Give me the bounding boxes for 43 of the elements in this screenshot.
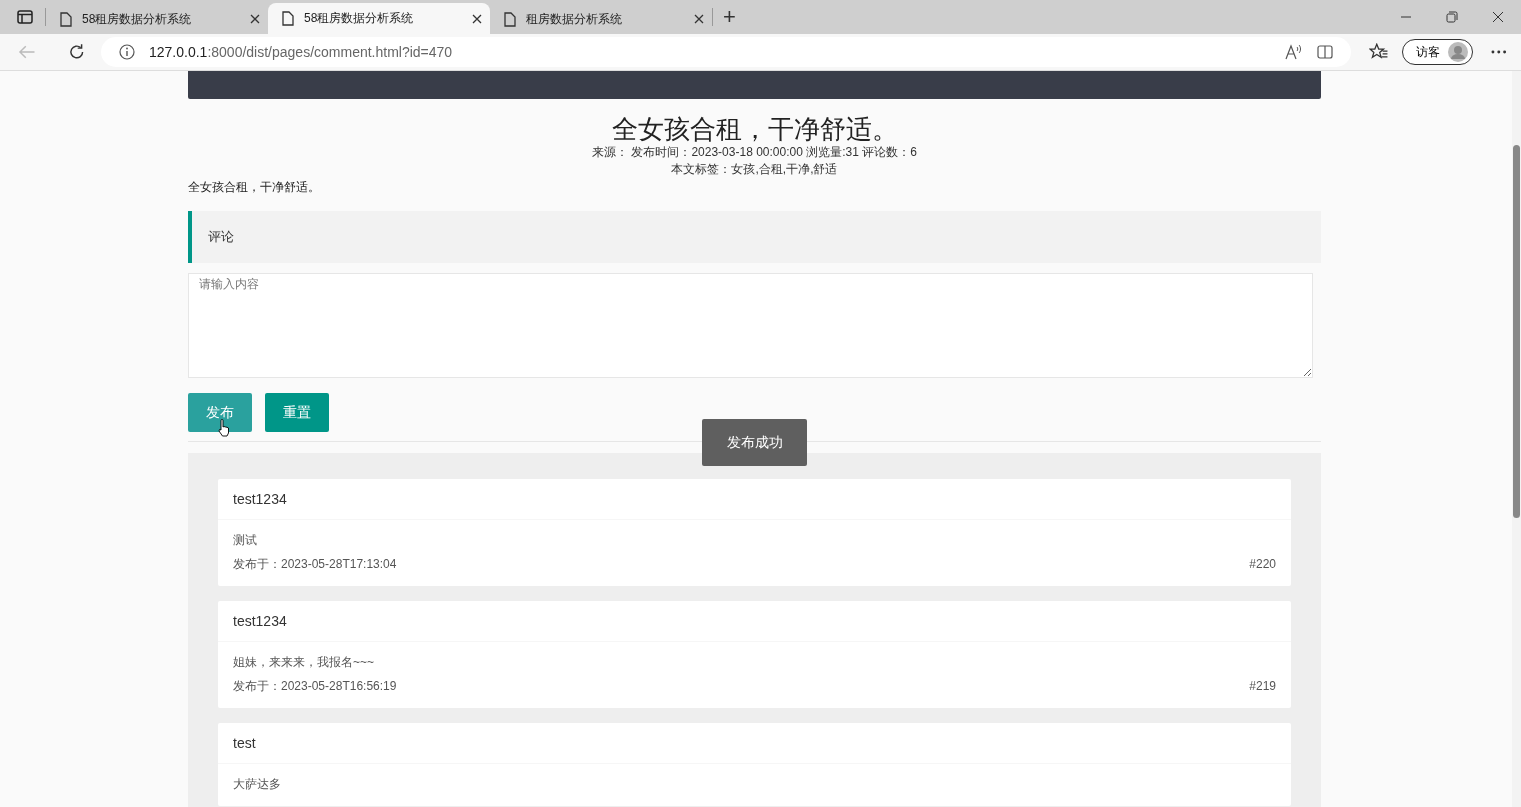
article-title: 全女孩合租，干净舒适。 <box>610 114 899 144</box>
comment-text: 大萨达多 <box>233 776 282 793</box>
comment-input-field[interactable]: 请输入内容 <box>188 273 1313 378</box>
more-icon[interactable] <box>1491 50 1507 54</box>
split-screen-icon[interactable] <box>1317 44 1333 60</box>
avatar-icon <box>1448 42 1469 62</box>
article-body: 全女孩合租，干净舒适。 <box>188 179 321 195</box>
comment-date: 发布于：2023-05-28T16:56:19 <box>233 678 397 695</box>
comment-author: test1234 <box>218 479 1291 520</box>
page-icon <box>504 11 516 27</box>
info-icon[interactable] <box>119 44 135 60</box>
comment-number: #220 <box>1249 556 1276 573</box>
close-icon[interactable] <box>472 13 482 24</box>
comment-number: #219 <box>1249 678 1276 695</box>
comment-author: test1234 <box>218 601 1291 642</box>
browser-tab[interactable]: 租房数据分析系统 <box>490 4 712 34</box>
scrollbar[interactable] <box>1512 71 1521 807</box>
new-tab-button[interactable]: + <box>713 6 746 34</box>
toast-message: 发布成功 <box>702 419 807 466</box>
favorites-icon[interactable] <box>1369 43 1389 61</box>
comment-heading: 评论 <box>188 211 1321 263</box>
sidebar-icon[interactable] <box>17 10 33 24</box>
address-bar[interactable]: 127.0.0.1:8000/dist/pages/comment.html?id=470 <box>101 37 1351 67</box>
restore-icon[interactable] <box>1446 11 1458 23</box>
page-icon <box>60 11 72 27</box>
close-icon[interactable] <box>1492 11 1504 23</box>
reset-button[interactable]: 重置 <box>265 393 329 432</box>
pointer-cursor-icon <box>218 419 230 437</box>
comment-text: 姐妹，来来来，我报名~~~ <box>233 654 376 671</box>
profile-button[interactable]: 访客 <box>1402 39 1474 65</box>
browser-tab[interactable]: 58租房数据分析系统 <box>268 3 490 34</box>
article-tags: 本文标签：女孩,合租,干净,舒适 <box>188 161 1321 178</box>
browser-tab[interactable]: 58租房数据分析系统 <box>46 4 268 34</box>
close-icon[interactable] <box>250 14 260 24</box>
reload-icon[interactable] <box>67 43 85 61</box>
comment-author: test <box>218 723 1291 764</box>
comment-date: 发布于：2023-05-28T17:13:04 <box>233 556 397 573</box>
article-meta: 来源： 发布时间：2023-03-18 00:00:00 浏览量:31 评论数：6 <box>591 144 918 161</box>
url-text: 127.0.0.1:8000/dist/pages/comment.html?id=470 <box>149 44 453 60</box>
close-icon[interactable] <box>694 14 704 24</box>
comment-text: 测试 <box>233 532 258 549</box>
page-icon <box>282 11 294 26</box>
read-aloud-icon[interactable] <box>1285 44 1303 60</box>
